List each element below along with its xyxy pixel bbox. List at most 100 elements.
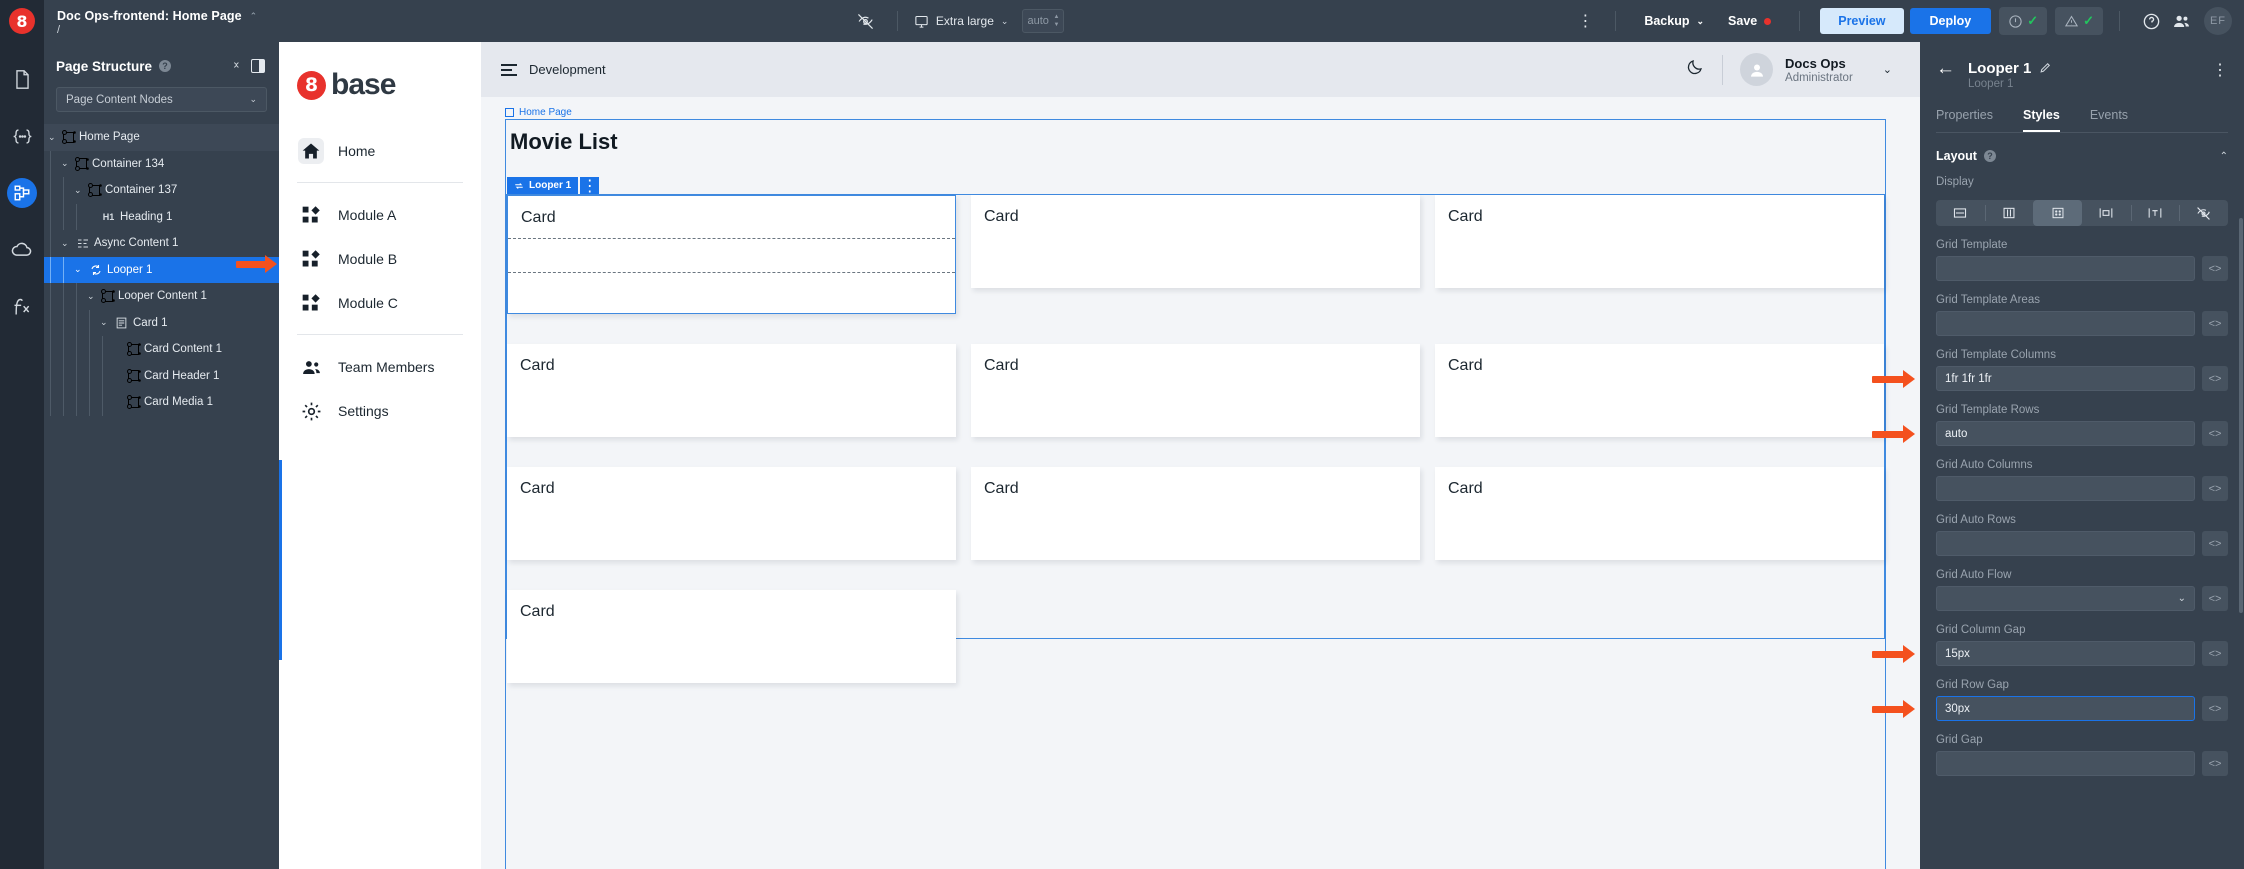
chevron-down-icon[interactable]: ⌄	[61, 238, 71, 249]
node-scope-select[interactable]: Page Content Nodes ⌄	[56, 87, 267, 112]
warnings-status-badge[interactable]: ✓	[2055, 7, 2103, 35]
collapse-all-icon[interactable]: ⌄⌃	[232, 58, 241, 74]
tree-node-heading-1[interactable]: H1Heading 1	[44, 204, 279, 231]
app-nav-item-module-a[interactable]: Module A	[279, 193, 481, 237]
card-node[interactable]: Card	[1435, 195, 1884, 288]
chevron-down-icon[interactable]: ⌄	[48, 132, 58, 143]
card-node[interactable]: Card	[1435, 344, 1884, 437]
input-grid-gap[interactable]	[1936, 751, 2195, 776]
tree-node-card-content-1[interactable]: Card Content 1	[44, 336, 279, 363]
save-button[interactable]: Save	[1716, 14, 1783, 28]
card-node[interactable]: Card	[1435, 467, 1884, 560]
display-block-icon[interactable]	[1936, 200, 1985, 226]
toggle-panel-icon[interactable]	[251, 59, 265, 73]
display-inline-block-icon[interactable]	[2082, 200, 2131, 226]
card-node[interactable]: Card	[971, 467, 1420, 560]
app-nav-item-team-members[interactable]: Team Members	[279, 345, 481, 389]
tree-node-async-content-1[interactable]: ⌄Async Content 1	[44, 230, 279, 257]
inspector-scrollbar[interactable]	[2239, 218, 2243, 613]
chevron-down-icon[interactable]: ⌄	[87, 291, 97, 302]
code-editor-button-grid-row-gap[interactable]: <>	[2202, 696, 2228, 721]
chevron-down-icon[interactable]: ⌄	[74, 264, 84, 275]
inspector-kebab-icon[interactable]: ⋮	[2212, 60, 2228, 80]
app-logo[interactable]: 8	[0, 0, 44, 42]
input-grid-auto-flow[interactable]: ⌄	[1936, 586, 2195, 611]
app-nav-item-module-c[interactable]: Module C	[279, 281, 481, 325]
code-editor-button-grid-gap[interactable]: <>	[2202, 751, 2228, 776]
viewport-height-stepper[interactable]: auto ▲▼	[1022, 9, 1064, 33]
chevron-down-icon[interactable]: ⌄	[100, 317, 110, 328]
team-members-icon[interactable]	[2166, 6, 2196, 36]
components-icon[interactable]	[7, 178, 37, 208]
canvas-scrollbar[interactable]	[279, 42, 282, 869]
user-avatar[interactable]: EF	[2204, 7, 2232, 35]
breakpoint-selector[interactable]: Extra large ⌄	[914, 14, 1009, 29]
help-icon[interactable]	[2136, 6, 2166, 36]
eye-off-icon[interactable]	[851, 6, 881, 36]
app-nav-item-home[interactable]: Home	[279, 129, 481, 173]
tab-properties[interactable]: Properties	[1936, 108, 1993, 132]
tree-node-card-header-1[interactable]: Card Header 1	[44, 363, 279, 390]
more-options-kebab-icon[interactable]: ⋮	[1571, 7, 1599, 35]
code-editor-button-grid-template-rows[interactable]: <>	[2202, 421, 2228, 446]
pages-icon[interactable]	[7, 64, 37, 94]
input-grid-template-areas[interactable]	[1936, 311, 2195, 336]
help-badge-icon[interactable]: ?	[159, 60, 171, 72]
chevron-up-icon[interactable]: ⌃	[2220, 151, 2228, 162]
page-root-node[interactable]: Movie List Looper 1 ⋮ CardCardCa	[505, 119, 1886, 869]
tab-events[interactable]: Events	[2090, 108, 2128, 132]
display-none-icon[interactable]	[2179, 200, 2228, 226]
looper-options-kebab-icon[interactable]: ⋮	[580, 177, 599, 194]
card-node[interactable]: Card	[507, 195, 956, 314]
card-node[interactable]: Card	[507, 467, 956, 560]
tree-node-looper-content-1[interactable]: ⌄Looper Content 1	[44, 283, 279, 310]
display-flex-icon[interactable]	[1985, 200, 2034, 226]
chevron-up-icon[interactable]: ⌃	[250, 12, 258, 21]
tree-node-container-137[interactable]: ⌄Container 137	[44, 177, 279, 204]
code-editor-button-grid-auto-rows[interactable]: <>	[2202, 531, 2228, 556]
help-badge-icon[interactable]: ?	[1984, 150, 1996, 162]
card-node[interactable]: Card	[971, 344, 1420, 437]
code-editor-button-grid-template-areas[interactable]: <>	[2202, 311, 2228, 336]
tab-styles[interactable]: Styles	[2023, 108, 2060, 132]
looper-node-outline[interactable]: CardCardCardCardCardCardCardCardCardCard	[506, 194, 1885, 639]
cloud-icon[interactable]	[7, 235, 37, 265]
input-grid-column-gap[interactable]: 15px	[1936, 641, 2195, 666]
input-grid-template-columns[interactable]: 1fr 1fr 1fr	[1936, 366, 2195, 391]
input-grid-auto-rows[interactable]	[1936, 531, 2195, 556]
functions-icon[interactable]	[7, 292, 37, 322]
code-editor-button-grid-template[interactable]: <>	[2202, 256, 2228, 281]
tree-node-home-page[interactable]: ⌄Home Page	[44, 124, 279, 151]
moon-icon[interactable]	[1686, 58, 1704, 81]
tree-node-card-media-1[interactable]: Card Media 1	[44, 389, 279, 416]
app-user-menu[interactable]: Docs Ops Administrator ⌄	[1740, 53, 1892, 86]
card-node[interactable]: Card	[507, 344, 956, 437]
tree-node-container-134[interactable]: ⌄Container 134	[44, 151, 279, 178]
breadcrumb[interactable]: Home Page	[505, 107, 572, 118]
app-nav-item-module-b[interactable]: Module B	[279, 237, 481, 281]
code-editor-button-grid-template-columns[interactable]: <>	[2202, 366, 2228, 391]
errors-status-badge[interactable]: ✓	[1999, 7, 2047, 35]
data-icon[interactable]	[7, 121, 37, 151]
menu-collapse-icon[interactable]	[501, 64, 517, 76]
input-grid-template-rows[interactable]: auto	[1936, 421, 2195, 446]
back-arrow-icon[interactable]: ←	[1936, 60, 1955, 78]
preview-button[interactable]: Preview	[1820, 8, 1903, 34]
input-grid-row-gap[interactable]: 30px	[1936, 696, 2195, 721]
stepper-arrows-icon[interactable]: ▲▼	[1054, 14, 1060, 28]
card-node[interactable]: Card	[971, 195, 1420, 288]
backup-button[interactable]: Backup ⌄	[1632, 14, 1716, 28]
tree-node-card-1[interactable]: ⌄Card 1	[44, 310, 279, 337]
input-grid-template[interactable]	[1936, 256, 2195, 281]
code-editor-button-grid-auto-columns[interactable]: <>	[2202, 476, 2228, 501]
card-node[interactable]: Card	[507, 590, 956, 683]
input-grid-auto-columns[interactable]	[1936, 476, 2195, 501]
display-inline-icon[interactable]	[2131, 200, 2180, 226]
code-editor-button-grid-column-gap[interactable]: <>	[2202, 641, 2228, 666]
chevron-down-icon[interactable]: ⌄	[74, 185, 84, 196]
display-grid-icon[interactable]	[2033, 200, 2082, 226]
pencil-icon[interactable]	[2039, 61, 2052, 77]
chevron-down-icon[interactable]: ⌄	[61, 158, 71, 169]
deploy-button[interactable]: Deploy	[1910, 8, 1992, 34]
app-nav-item-settings[interactable]: Settings	[279, 389, 481, 433]
